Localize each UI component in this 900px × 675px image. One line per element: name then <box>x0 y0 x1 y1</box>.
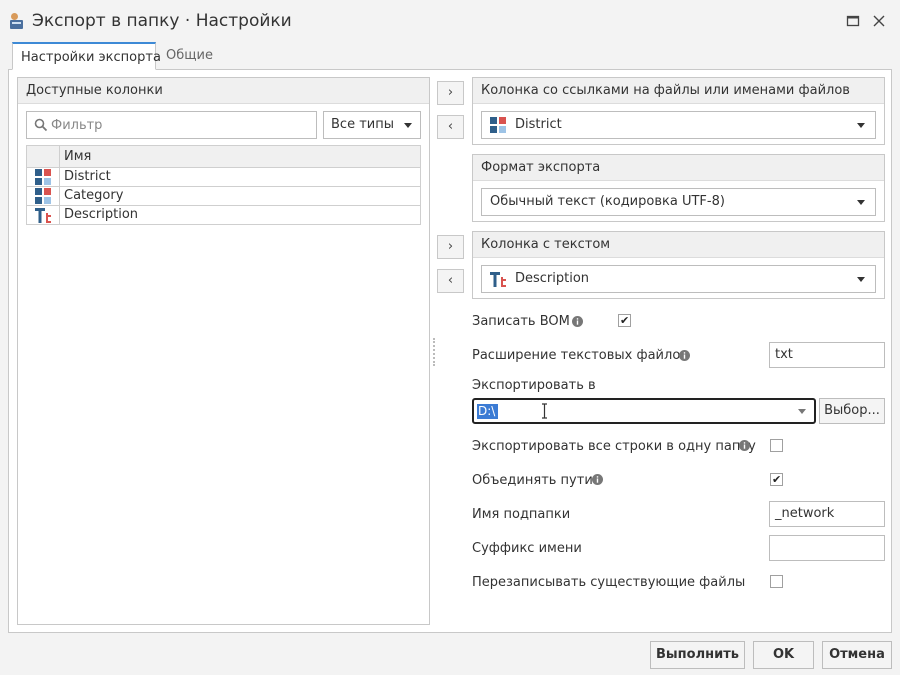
info-icon <box>679 350 690 361</box>
export-format-panel: Формат экспорта Обычный текст (кодировка… <box>472 154 885 222</box>
cancel-button[interactable]: Отмена <box>822 641 892 669</box>
file-extension-label: Расширение текстовых файлов <box>472 348 688 363</box>
remove-file-column-button[interactable]: ‹ <box>437 115 464 139</box>
column-name: District <box>64 169 111 184</box>
remove-text-column-button[interactable]: ‹ <box>437 269 464 293</box>
chevron-down-icon <box>857 200 865 205</box>
types-select[interactable]: Все типы <box>323 111 421 139</box>
close-icon[interactable] <box>870 12 888 30</box>
run-button[interactable]: Выполнить <box>650 641 745 669</box>
export-path-input[interactable]: D:\ <box>472 398 816 424</box>
chevron-down-icon <box>404 123 412 128</box>
add-file-column-button[interactable]: › <box>437 81 464 105</box>
filter-box[interactable] <box>26 111 317 139</box>
export-to-label: Экспортировать в <box>472 378 596 393</box>
export-format-select[interactable]: Обычный текст (кодировка UTF-8) <box>481 188 876 216</box>
export-format-value: Обычный текст (кодировка UTF-8) <box>490 194 725 209</box>
ok-button[interactable]: OK <box>753 641 814 669</box>
settings-content: Доступные колонки Все типы Имя <box>8 69 892 633</box>
write-bom-label: Записать BOM <box>472 314 570 329</box>
write-bom-checkbox[interactable]: ✔ <box>618 314 631 327</box>
column-name: Category <box>64 188 124 203</box>
column-name: Description <box>64 207 139 222</box>
search-icon <box>34 118 48 132</box>
info-icon <box>592 474 603 485</box>
text-cursor-icon <box>542 403 547 419</box>
subfolder-name-label: Имя подпапки <box>472 507 571 522</box>
categorical-column-icon <box>35 188 51 204</box>
columns-grid: Имя District Category Description <box>26 145 421 225</box>
text-column-value: Description <box>515 271 590 286</box>
single-folder-label: Экспортировать все строки в одну папку <box>472 439 756 454</box>
export-app-icon <box>10 13 23 29</box>
single-folder-checkbox[interactable] <box>770 439 783 452</box>
title-bar: Экспорт в папку · Настройки <box>0 0 900 42</box>
maximize-icon[interactable] <box>844 12 862 30</box>
export-path-value: D:\ <box>477 404 499 419</box>
table-row[interactable]: District <box>26 168 421 187</box>
file-column-select[interactable]: District <box>481 111 876 139</box>
chevron-down-icon <box>798 409 806 414</box>
grid-header-name[interactable]: Имя <box>64 149 91 164</box>
filter-input[interactable] <box>51 116 311 134</box>
add-text-column-button[interactable]: › <box>437 235 464 259</box>
available-columns-header: Доступные колонки <box>18 78 429 104</box>
grid-icon-cell <box>27 168 60 186</box>
panel-splitter[interactable] <box>433 338 436 366</box>
file-column-header: Колонка со ссылками на файлы или именами… <box>473 78 884 104</box>
grid-icon-cell <box>27 187 60 205</box>
types-select-value: Все типы <box>331 117 394 132</box>
chevron-down-icon <box>857 123 865 128</box>
name-suffix-label: Суффикс имени <box>472 541 582 556</box>
window-title: Экспорт в папку · Настройки <box>32 11 292 31</box>
categorical-column-icon <box>35 169 51 185</box>
info-icon <box>739 440 750 451</box>
grid-header: Имя <box>26 145 421 168</box>
overwrite-checkbox[interactable] <box>770 575 783 588</box>
check-icon: ✔ <box>620 314 630 327</box>
check-icon: ✔ <box>772 473 782 486</box>
text-column-header: Колонка с текстом <box>473 232 884 258</box>
grid-icon-cell <box>27 206 60 224</box>
grid-header-icon-cell <box>27 146 60 167</box>
merge-paths-label: Объединять пути <box>472 473 593 488</box>
text-column-icon <box>35 208 51 223</box>
merge-paths-checkbox[interactable]: ✔ <box>770 473 783 486</box>
table-row[interactable]: Description <box>26 206 421 225</box>
file-column-panel: Колонка со ссылками на файлы или именами… <box>472 77 885 145</box>
subfolder-name-input[interactable]: _network <box>769 501 885 527</box>
file-extension-input[interactable]: txt <box>769 342 885 368</box>
table-row[interactable]: Category <box>26 187 421 206</box>
overwrite-label: Перезаписывать существующие файлы <box>472 575 746 590</box>
tab-general[interactable]: Общие <box>158 42 220 70</box>
file-column-value: District <box>515 117 562 132</box>
categorical-column-icon <box>490 117 506 133</box>
available-columns-panel: Доступные колонки Все типы Имя <box>17 77 430 625</box>
text-column-select[interactable]: Description <box>481 265 876 293</box>
chevron-down-icon <box>857 277 865 282</box>
info-icon <box>572 316 583 327</box>
tab-export-settings[interactable]: Настройки экспорта <box>12 42 161 70</box>
export-format-header: Формат экспорта <box>473 155 884 181</box>
browse-button[interactable]: Выбор... <box>819 398 885 424</box>
text-column-panel: Колонка с текстом Description <box>472 231 885 299</box>
name-suffix-input[interactable] <box>769 535 885 561</box>
text-column-icon <box>490 272 506 287</box>
